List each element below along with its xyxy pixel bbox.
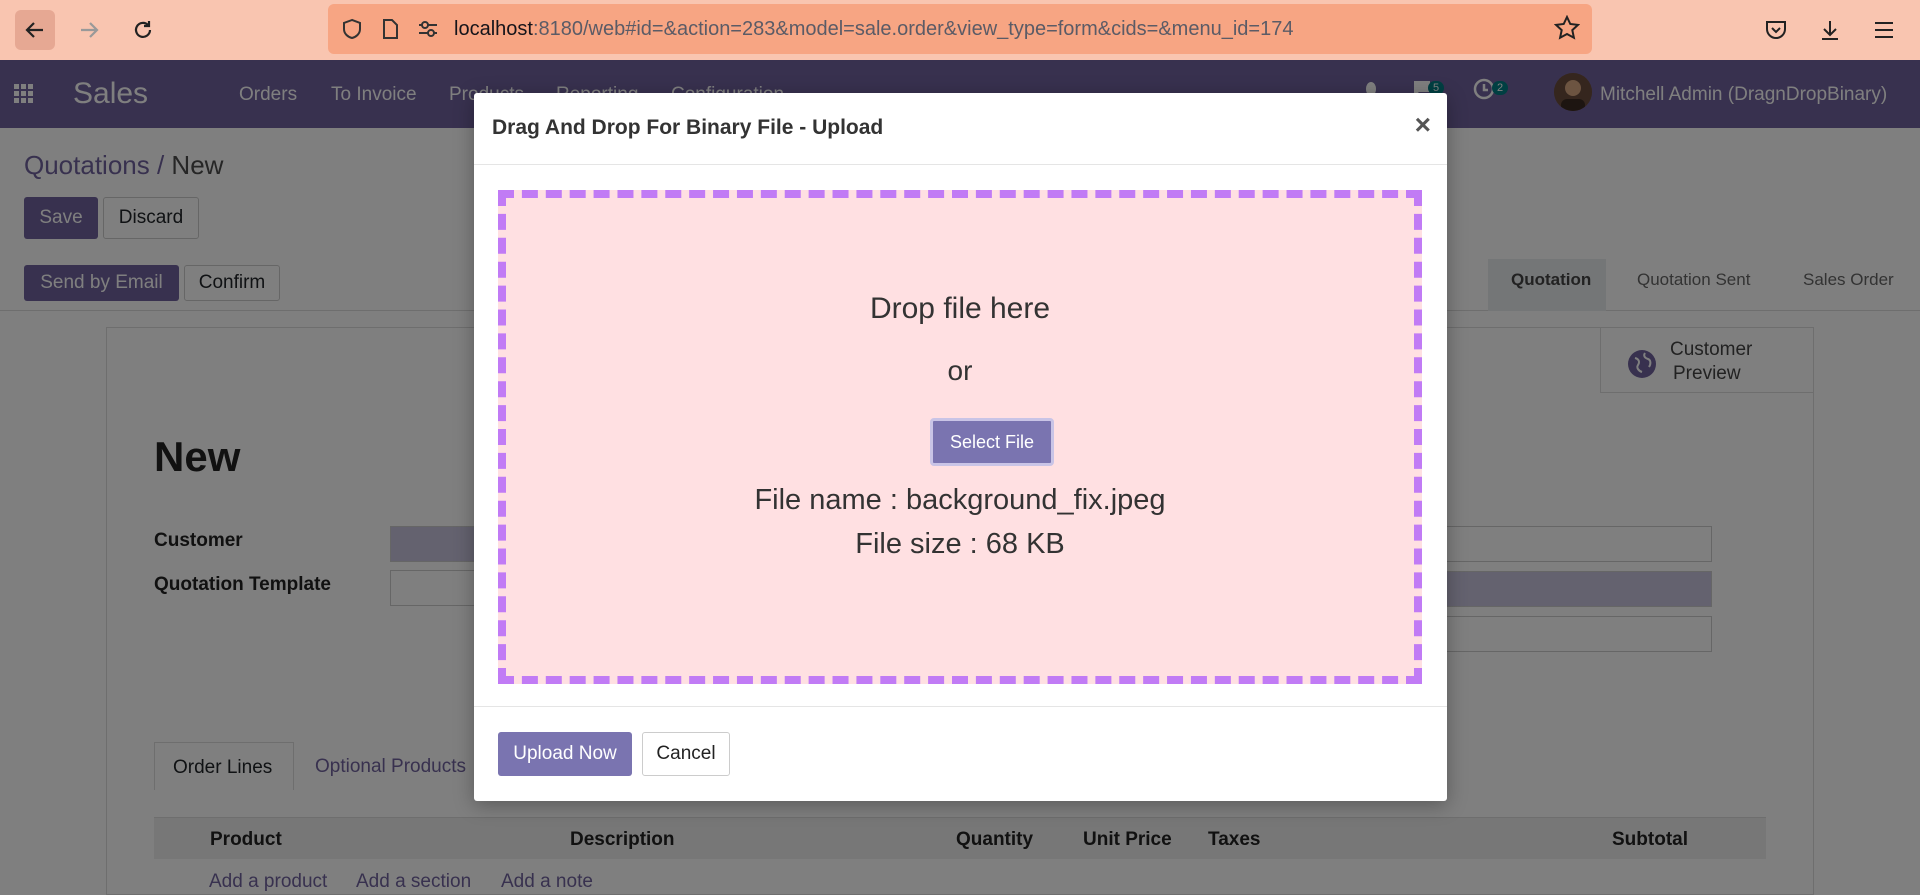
reload-icon <box>134 21 152 38</box>
modal-header: Drag And Drop For Binary File - Upload × <box>474 93 1447 165</box>
permissions-icon[interactable] <box>414 15 442 43</box>
url-text: localhost:8180/web#id=&action=283&model=… <box>454 17 1294 40</box>
address-bar[interactable]: localhost:8180/web#id=&action=283&model=… <box>328 4 1592 54</box>
cancel-button[interactable]: Cancel <box>642 732 730 776</box>
close-icon[interactable]: × <box>1415 109 1431 141</box>
shield-icon <box>338 15 366 43</box>
back-arrow-icon <box>25 22 43 38</box>
file-drop-zone[interactable]: Drop file here or Select File File name … <box>498 190 1422 684</box>
or-text: or <box>947 355 973 386</box>
modal-title: Drag And Drop For Binary File - Upload <box>492 116 884 139</box>
pocket-icon[interactable] <box>1760 14 1792 46</box>
back-button[interactable] <box>15 10 55 50</box>
forward-arrow-icon <box>81 22 99 38</box>
drop-file-text: Drop file here <box>869 292 1051 325</box>
page-icon <box>376 15 404 43</box>
forward-button[interactable] <box>69 10 109 50</box>
reload-button[interactable] <box>123 10 163 50</box>
download-icon[interactable] <box>1814 14 1846 46</box>
hamburger-menu-icon[interactable] <box>1868 14 1900 46</box>
modal-footer: Upload Now Cancel <box>474 706 1447 801</box>
bookmark-star-icon[interactable] <box>1553 14 1581 46</box>
upload-dialog: Drag And Drop For Binary File - Upload ×… <box>474 93 1447 801</box>
file-size-text: File size : 68 KB <box>855 528 1065 560</box>
upload-now-button[interactable]: Upload Now <box>498 732 632 776</box>
select-file-button[interactable]: Select File <box>930 418 1054 466</box>
file-name-text: File name : background_fix.jpeg <box>754 484 1166 516</box>
browser-toolbar: localhost:8180/web#id=&action=283&model=… <box>0 0 1920 60</box>
